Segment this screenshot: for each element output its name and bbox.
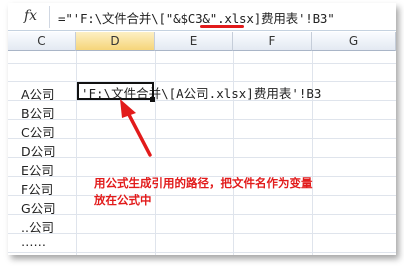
spreadsheet-window: fx ="'F:\文件合并\["&$C3&".xlsx]费用表'!B3" C D… [8, 3, 396, 255]
column-header-e[interactable]: E [155, 32, 233, 51]
column-header-g[interactable]: G [312, 32, 396, 51]
column-header-d[interactable]: D [76, 32, 155, 51]
highlight-underline [200, 25, 244, 28]
cell-grid[interactable]: A公司 B公司 C公司 D公司 E公司 F公司 G公司 ..公司 …… 'F:\… [8, 51, 396, 255]
annotation-note: 用公式生成引用的路径，把文件名作为变量 放在公式中 [94, 175, 313, 209]
insert-function-button[interactable]: fx [12, 6, 50, 28]
annotation-line-1: 用公式生成引用的路径，把文件名作为变量 [94, 176, 313, 190]
fx-icon: fx [24, 8, 38, 24]
column-header-f[interactable]: F [233, 32, 312, 51]
formula-bar: fx ="'F:\文件合并\["&$C3&".xlsx]费用表'!B3" [8, 3, 396, 31]
formula-input[interactable]: ="'F:\文件合并\["&$C3&".xlsx]费用表'!B3" [58, 8, 335, 27]
red-arrow-icon [120, 99, 152, 157]
annotation-line-2: 放在公式中 [94, 193, 152, 207]
column-header-c[interactable]: C [8, 32, 76, 51]
